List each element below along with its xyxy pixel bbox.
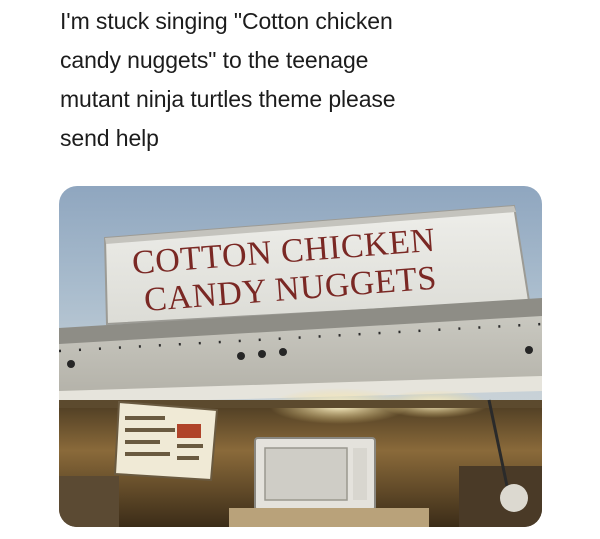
menu-board — [113, 400, 219, 482]
microwave — [254, 437, 376, 511]
food-stand-illustration: COTTON CHICKEN CANDY NUGGETS — [59, 204, 542, 527]
food-stand-photo: COTTON CHICKEN CANDY NUGGETS — [59, 186, 542, 527]
caption-line: send help — [60, 125, 159, 151]
caption-line: candy nuggets" to the teenage — [60, 47, 369, 73]
post-caption: I'm stuck singing "Cotton chicken candy … — [60, 2, 560, 158]
caption-line: I'm stuck singing "Cotton chicken — [60, 8, 393, 34]
caption-line: mutant ninja turtles theme please — [60, 86, 396, 112]
